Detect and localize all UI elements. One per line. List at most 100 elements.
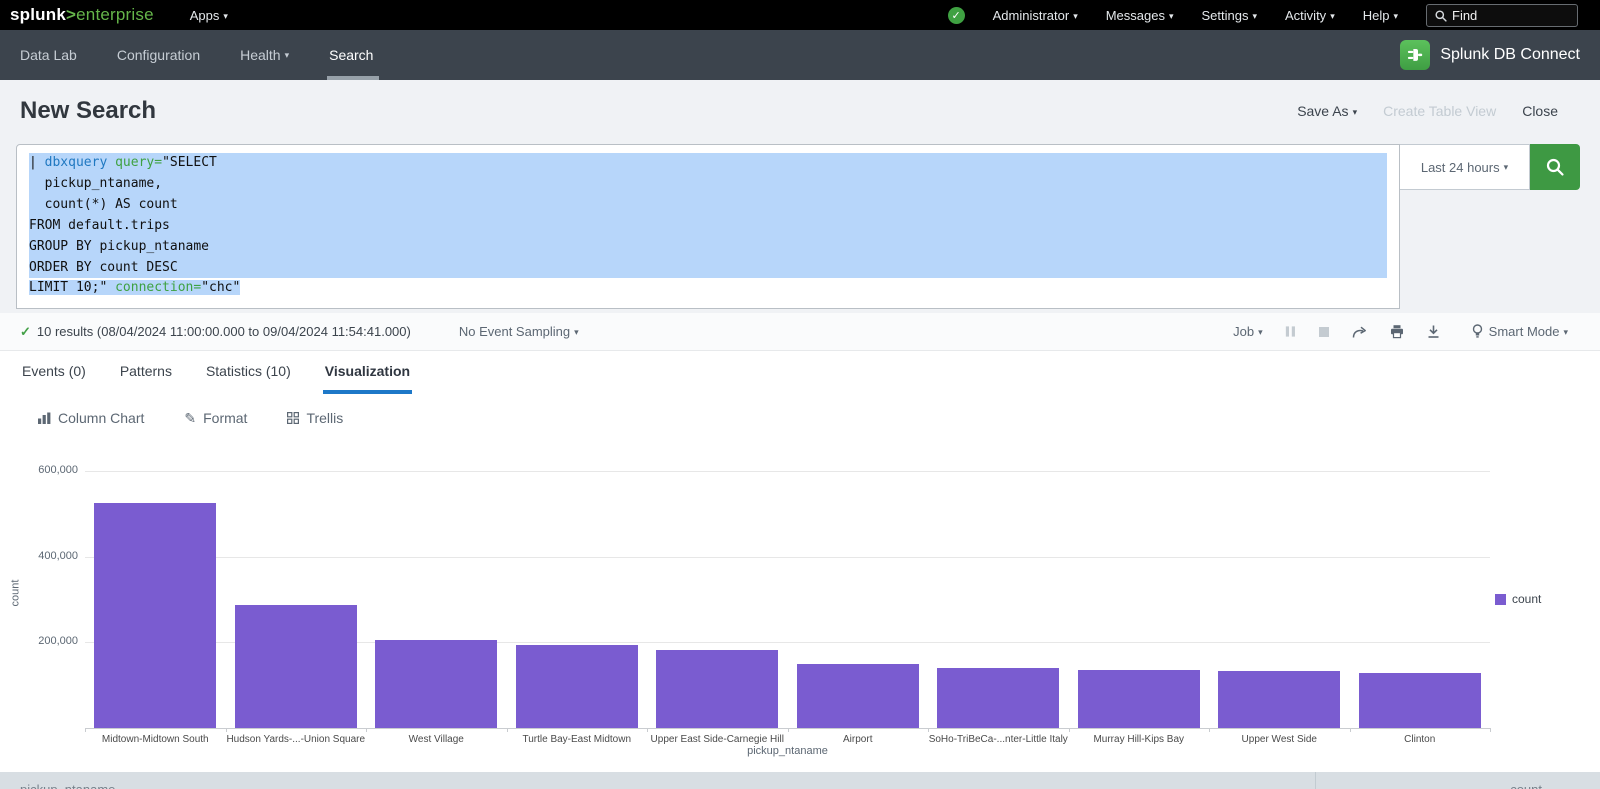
- job-menu[interactable]: Job▾: [1233, 324, 1263, 339]
- top-system-bar: splunk>enterprise Apps▾ ✓ Administrator▾…: [0, 0, 1600, 30]
- chart-bar-6[interactable]: [937, 668, 1059, 728]
- page-title: New Search: [20, 97, 156, 125]
- tab-patterns[interactable]: Patterns: [118, 351, 174, 394]
- y-tick-label: 600,000: [0, 464, 78, 476]
- page-header: New Search Save As ▾ Create Table View Cl…: [0, 80, 1600, 142]
- trellis-icon: [287, 412, 299, 424]
- time-range-picker[interactable]: Last 24 hours▾: [1400, 144, 1530, 190]
- run-search-button[interactable]: [1530, 144, 1580, 190]
- close-button[interactable]: Close: [1522, 103, 1558, 119]
- splunk-logo-gt: >: [66, 5, 76, 24]
- app-identity: Splunk DB Connect: [1400, 40, 1580, 70]
- caret-down-icon: ▾: [285, 50, 290, 61]
- search-mode-label: Smart Mode▾: [1489, 324, 1568, 339]
- db-connect-app-icon[interactable]: [1400, 40, 1430, 70]
- chart-bar-7[interactable]: [1078, 670, 1200, 728]
- pencil-icon: ✎: [184, 410, 196, 427]
- search-icon: [1434, 9, 1447, 22]
- administrator-menu-label: Administrator: [993, 8, 1070, 23]
- trellis-button[interactable]: Trellis: [287, 410, 343, 426]
- caret-down-icon: ▾: [1169, 11, 1174, 21]
- administrator-menu[interactable]: Administrator▾: [993, 8, 1078, 23]
- stop-icon: [1318, 326, 1330, 338]
- x-category-label: SoHo-TriBeCa-...nter-Little Italy: [928, 734, 1069, 745]
- chart-type-button[interactable]: Column Chart: [38, 410, 144, 426]
- chart-type-label: Column Chart: [58, 410, 144, 426]
- chart-bar-9[interactable]: [1359, 673, 1481, 728]
- find-input[interactable]: [1452, 8, 1562, 23]
- query-line-4: GROUP BY pickup_ntaname: [29, 237, 1387, 258]
- settings-menu[interactable]: Settings▾: [1202, 8, 1258, 23]
- x-tick-mark: [788, 728, 789, 732]
- help-menu[interactable]: Help▾: [1363, 8, 1398, 23]
- gridline-600000: [85, 471, 1490, 472]
- x-category-label: Airport: [788, 734, 929, 745]
- save-as-label: Save As: [1297, 103, 1348, 119]
- results-tabs: Events (0) Patterns Statistics (10) Visu…: [0, 350, 1600, 394]
- caret-down-icon: ▾: [1353, 107, 1358, 117]
- chart-bar-3[interactable]: [516, 645, 638, 728]
- nav-item-configuration[interactable]: Configuration: [117, 30, 200, 80]
- gridline-400000: [85, 557, 1490, 558]
- caret-down-icon: ▾: [1393, 11, 1398, 21]
- nav-item-data-lab[interactable]: Data Lab: [20, 30, 77, 80]
- tab-statistics[interactable]: Statistics (10): [204, 351, 293, 394]
- nav-item-configuration-label: Configuration: [117, 47, 200, 63]
- x-category-label: Turtle Bay-East Midtown: [507, 734, 648, 745]
- splunk-logo[interactable]: splunk>enterprise: [10, 5, 154, 25]
- chart-bar-8[interactable]: [1218, 671, 1340, 728]
- chart-bar-1[interactable]: [235, 605, 357, 728]
- chart-bar-0[interactable]: [94, 503, 216, 728]
- event-sampling-dropdown[interactable]: No Event Sampling▾: [459, 324, 579, 339]
- trellis-label: Trellis: [306, 410, 343, 426]
- nav-item-health[interactable]: Health▾: [240, 30, 289, 80]
- apps-menu[interactable]: Apps▾: [190, 8, 228, 23]
- query-line-2: count(*) AS count: [29, 195, 1387, 216]
- query-editor[interactable]: | dbxquery query="SELECT pickup_ntaname,…: [16, 144, 1400, 309]
- nav-item-search[interactable]: Search: [329, 30, 373, 80]
- stop-button[interactable]: [1318, 326, 1330, 338]
- messages-menu-label: Messages: [1106, 8, 1165, 23]
- x-tick-mark: [1490, 728, 1491, 732]
- health-status-icon[interactable]: ✓: [948, 7, 965, 24]
- results-summary: 10 results (08/04/2024 11:00:00.000 to 0…: [37, 324, 411, 339]
- chart-bar-2[interactable]: [375, 640, 497, 728]
- query-line-5: ORDER BY count DESC: [29, 258, 1387, 279]
- format-label: Format: [203, 410, 247, 426]
- x-axis-title: pickup_ntaname: [85, 745, 1490, 757]
- x-category-label: Midtown-Midtown South: [85, 734, 226, 745]
- x-tick-mark: [507, 728, 508, 732]
- chart-legend[interactable]: count: [1495, 592, 1541, 606]
- app-nav-bar: Data Lab Configuration Health▾ Search Sp…: [0, 30, 1600, 80]
- topbar-right-group: ✓ Administrator▾ Messages▾ Settings▾ Act…: [948, 4, 1578, 27]
- splunk-logo-brand: splunk: [10, 5, 66, 24]
- x-tick-mark: [647, 728, 648, 732]
- messages-menu[interactable]: Messages ▾: [1106, 8, 1174, 23]
- tab-events[interactable]: Events (0): [20, 351, 88, 394]
- x-category-label: Upper West Side: [1209, 734, 1350, 745]
- create-table-view-button[interactable]: Create Table View: [1383, 103, 1496, 119]
- settings-menu-label: Settings: [1202, 8, 1249, 23]
- nav-item-data-lab-label: Data Lab: [20, 47, 77, 63]
- search-mode-dropdown[interactable]: Smart Mode▾: [1472, 324, 1568, 339]
- download-icon: [1426, 324, 1441, 339]
- format-button[interactable]: ✎ Format: [184, 410, 247, 427]
- pause-button[interactable]: [1284, 325, 1297, 338]
- query-line-0: | dbxquery query="SELECT: [29, 153, 1387, 174]
- x-category-label: Hudson Yards-...-Union Square: [226, 734, 367, 745]
- export-button[interactable]: [1426, 324, 1441, 339]
- table-col-count[interactable]: count: [1316, 772, 1600, 789]
- y-tick-label: 400,000: [0, 550, 78, 562]
- caret-down-icon: ▾: [1563, 327, 1568, 337]
- chart-bar-5[interactable]: [797, 664, 919, 728]
- table-col-pickup-ntaname[interactable]: pickup_ntaname: [0, 772, 1316, 789]
- caret-down-icon: ▾: [1330, 11, 1335, 21]
- print-button[interactable]: [1389, 324, 1405, 339]
- tab-visualization[interactable]: Visualization: [323, 351, 412, 394]
- chart-bar-4[interactable]: [656, 650, 778, 728]
- find-search-box[interactable]: [1426, 4, 1578, 27]
- x-category-label: Upper East Side-Carnegie Hill: [647, 734, 788, 745]
- activity-menu[interactable]: Activity▾: [1285, 8, 1335, 23]
- save-as-button[interactable]: Save As ▾: [1297, 103, 1357, 119]
- share-button[interactable]: [1351, 324, 1368, 339]
